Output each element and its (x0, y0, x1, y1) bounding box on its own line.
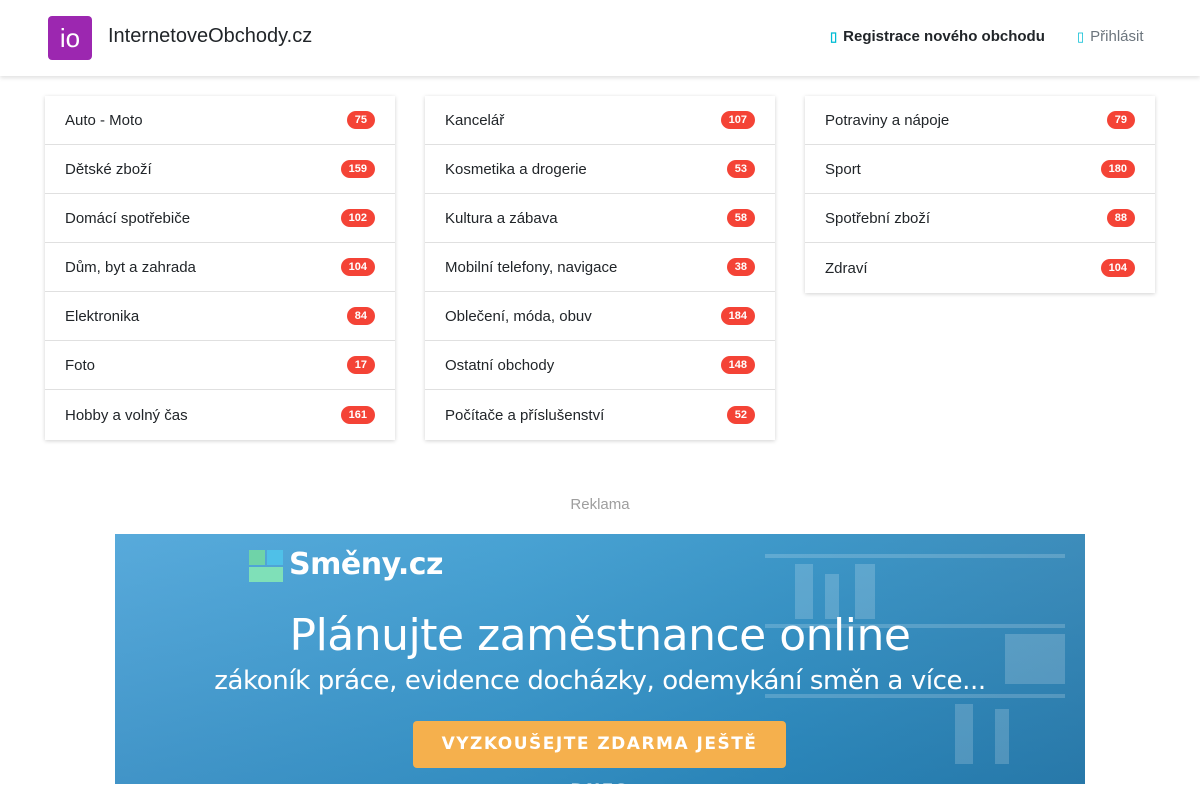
category-item[interactable]: Zdraví 104 (805, 243, 1155, 293)
category-item[interactable]: Sport 180 (805, 145, 1155, 194)
category-count-badge: 84 (346, 307, 375, 325)
register-shop-label: Registrace nového obchodu (843, 28, 1045, 45)
category-list-col1: Auto - Moto 75 Dětské zboží 159 Domácí spotř… (45, 96, 395, 440)
sign-in-icon: ▯ (1077, 28, 1085, 44)
category-label: Elektronika (65, 307, 140, 325)
category-count-badge: 104 (340, 258, 375, 276)
category-item[interactable]: Oblečení, móda, obuv 184 (425, 292, 775, 341)
banner-cta-button[interactable]: VYZKOUŠEJTE ZDARMA JEŠTĚ DNES (413, 721, 786, 784)
category-label: Počítače a příslušenství (445, 406, 605, 424)
category-count-badge: 107 (720, 111, 755, 129)
category-label: Hobby a volný čas (65, 406, 188, 424)
category-count-badge: 88 (1106, 209, 1135, 227)
category-count-badge: 102 (340, 209, 375, 227)
category-count-badge: 52 (726, 406, 755, 424)
category-item[interactable]: Dětské zboží 159 (45, 145, 395, 194)
category-label: Foto (65, 356, 96, 374)
category-count-badge: 104 (1100, 259, 1135, 277)
category-label: Dům, byt a zahrada (65, 258, 196, 276)
register-shop-link[interactable]: ▯ Registrace nového obchodu (830, 28, 1045, 45)
category-label: Dětské zboží (65, 160, 152, 178)
category-item[interactable]: Kancelář 107 (425, 96, 775, 145)
category-count-badge: 148 (720, 356, 755, 374)
category-item[interactable]: Dům, byt a zahrada 104 (45, 243, 395, 292)
category-label: Sport (825, 160, 861, 178)
category-list-col3: Potraviny a nápoje 79 Sport 180 Spotřební zb… (805, 96, 1155, 293)
login-label: Přihlásit (1090, 28, 1144, 45)
category-count-badge: 161 (340, 406, 375, 424)
category-label: Domácí spotřebiče (65, 209, 191, 227)
category-item[interactable]: Domácí spotřebiče 102 (45, 194, 395, 243)
category-item[interactable]: Kosmetika a drogerie 53 (425, 145, 775, 194)
category-count-badge: 58 (726, 209, 755, 227)
category-count-badge: 159 (340, 160, 375, 178)
category-label: Kancelář (445, 111, 505, 129)
category-count-badge: 79 (1106, 111, 1135, 129)
category-item[interactable]: Kultura a zábava 58 (425, 194, 775, 243)
category-count-badge: 38 (726, 258, 755, 276)
category-item[interactable]: Potraviny a nápoje 79 (805, 96, 1155, 145)
banner-brand: Směny.cz (289, 547, 444, 582)
site-logo[interactable]: io (48, 16, 92, 60)
brand-link[interactable]: InternetoveObchody.cz (108, 25, 312, 48)
category-label: Potraviny a nápoje (825, 111, 950, 129)
category-label: Mobilní telefony, navigace (445, 258, 618, 276)
category-list-col2: Kancelář 107 Kosmetika a drogerie 53 Kultura… (425, 96, 775, 440)
category-label: Zdraví (825, 259, 868, 277)
category-item[interactable]: Počítače a příslušenství 52 (425, 390, 775, 440)
category-item[interactable]: Ostatní obchody 148 (425, 341, 775, 390)
category-item[interactable]: Foto 17 (45, 341, 395, 390)
category-item[interactable]: Spotřební zboží 88 (805, 194, 1155, 243)
category-item[interactable]: Mobilní telefony, navigace 38 (425, 243, 775, 292)
store-icon: ▯ (830, 28, 838, 44)
login-link[interactable]: ▯ Přihlásit (1077, 28, 1144, 45)
ad-label: Reklama (570, 496, 630, 513)
ad-banner[interactable]: Směny.cz Plánujte zaměstnance online zák… (115, 534, 1085, 784)
category-count-badge: 17 (346, 356, 375, 374)
category-label: Spotřební zboží (825, 209, 931, 227)
category-item[interactable]: Auto - Moto 75 (45, 96, 395, 145)
category-count-badge: 53 (726, 160, 755, 178)
category-label: Auto - Moto (65, 111, 143, 129)
banner-headline: Plánujte zaměstnance online (289, 610, 911, 661)
category-item[interactable]: Hobby a volný čas 161 (45, 390, 395, 440)
navbar: io InternetoveObchody.cz ▯ Registrace no… (0, 0, 1200, 76)
category-label: Kultura a zábava (445, 209, 558, 227)
category-label: Oblečení, móda, obuv (445, 307, 592, 325)
category-count-badge: 180 (1100, 160, 1135, 178)
smeny-logo-icon (249, 550, 283, 582)
category-label: Ostatní obchody (445, 356, 555, 374)
category-label: Kosmetika a drogerie (445, 160, 587, 178)
banner-subline: zákoník práce, evidence docházky, odemyk… (214, 666, 986, 696)
category-count-badge: 75 (346, 111, 375, 129)
category-item[interactable]: Elektronika 84 (45, 292, 395, 341)
category-count-badge: 184 (720, 307, 755, 325)
